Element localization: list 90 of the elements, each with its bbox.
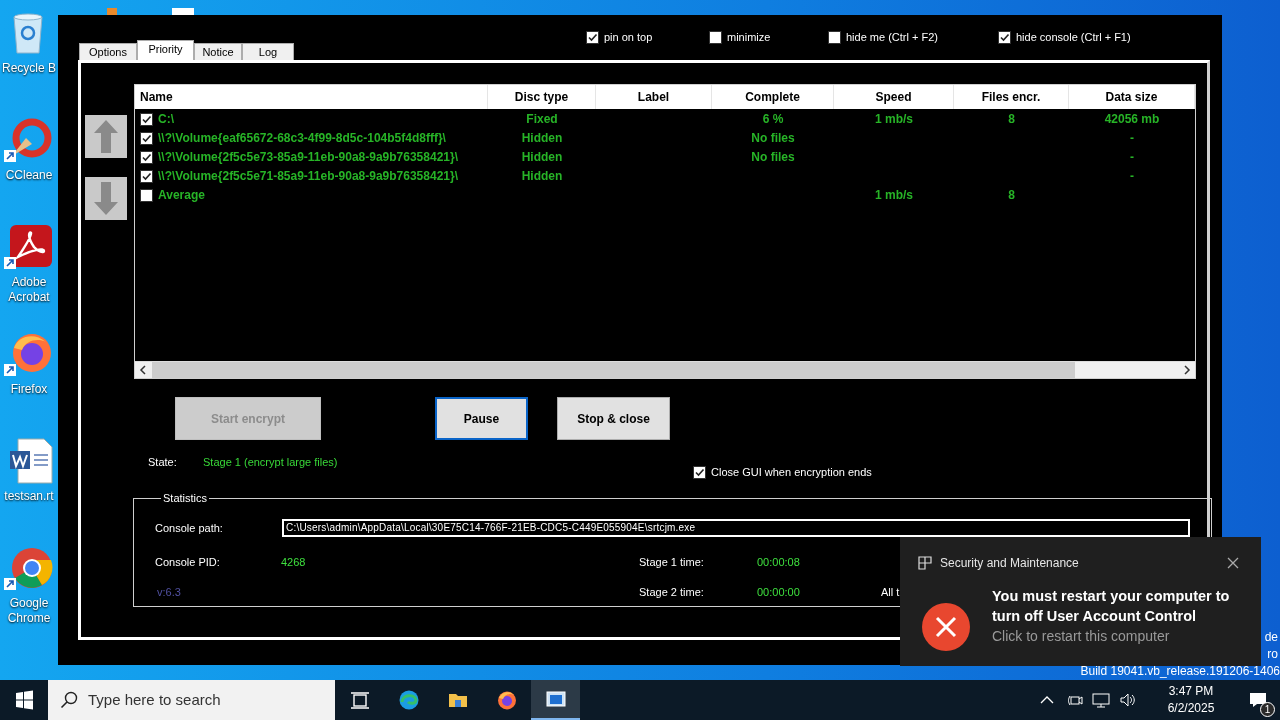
checkbox[interactable] (140, 113, 153, 126)
desktop-text: ro (1267, 646, 1278, 663)
search-placeholder: Type here to search (88, 689, 221, 710)
button[interactable]: Stop & close (557, 397, 670, 440)
clock[interactable]: 3:47 PM 6/2/2025 (1153, 683, 1229, 717)
brush-icon[interactable] (4, 116, 54, 164)
table-cell-text: - (1130, 168, 1134, 185)
table-cell-text: Fixed (526, 111, 558, 128)
tab[interactable]: Notice (194, 43, 242, 60)
browser-icon (398, 690, 419, 710)
column-header[interactable]: Data size (1069, 85, 1195, 109)
field-value: 00:00:00 (757, 585, 801, 600)
column-header[interactable]: Name (135, 85, 488, 109)
desktop-text: de (1264, 629, 1278, 646)
table-cell-text: \\?\Volume{2f5c5e71-85a9-11eb-90a8-9a9b76358421}\ (158, 168, 458, 185)
checkbox-label: minimize (727, 30, 771, 45)
table-cell-text: C:\ (158, 111, 174, 128)
table-cell-text: 42056 mb (1104, 111, 1160, 128)
checkbox[interactable] (140, 189, 153, 202)
table-cell-text: Average (158, 187, 205, 204)
table-cell-text: 8 (1008, 111, 1015, 128)
table-cell-text: Hidden (521, 149, 563, 166)
field-label: Stage 2 time: (639, 585, 705, 600)
notification-body[interactable]: Click to restart this computer (992, 626, 1242, 646)
state-label: State: (148, 455, 178, 470)
table-cell-text: 8 (1008, 187, 1015, 204)
table-cell-text: 1 mb/s (875, 111, 913, 128)
checkbox-label: hide me (Ctrl + F2) (846, 30, 938, 45)
checkbox-label: Close GUI when encryption ends (711, 465, 872, 480)
table-cell-text: \\?\Volume{eaf65672-68c3-4f99-8d5c-104b5f4d8fff}\ (158, 130, 446, 147)
table-cell-text: 6 % (762, 111, 784, 128)
message-icon (1249, 692, 1267, 708)
table-cell-text: 1 mb/s (875, 187, 913, 204)
table-cell-text: Hidden (521, 130, 563, 147)
browser-icon (496, 690, 517, 710)
table-cell-text: - (1130, 149, 1134, 166)
checkbox-label: pin on top (604, 30, 653, 45)
taskbar-app[interactable] (531, 680, 580, 720)
error-icon (922, 603, 970, 651)
checkbox[interactable] (828, 30, 841, 44)
checkbox[interactable] (709, 30, 722, 44)
button[interactable]: Pause (435, 397, 528, 440)
clock-time: 3:47 PM (1168, 683, 1214, 700)
search-icon (60, 691, 78, 709)
version-label: v:6.3 (157, 585, 182, 600)
table-cell-text: Hidden (521, 168, 563, 185)
table-cell-text: \\?\Volume{2f5c5e73-85a9-11eb-90a8-9a9b76358421}\ (158, 149, 458, 166)
notification-source: Security and Maintenance (940, 555, 1079, 572)
tab[interactable]: Log (242, 43, 294, 60)
document-app-icon[interactable] (4, 223, 54, 271)
clock-date: 6/2/2025 (1167, 700, 1215, 717)
desktop-text: Build 19041.vb_release.191206-1406 (1080, 663, 1280, 680)
app-icon (918, 556, 932, 570)
column-header[interactable]: Speed (834, 85, 954, 109)
field-value: 00:00:08 (757, 554, 801, 570)
close-icon[interactable] (1227, 557, 1239, 569)
checkbox[interactable] (140, 151, 153, 164)
window-icon (545, 689, 566, 709)
field-label: Stage 1 time: (639, 554, 705, 570)
console-path-field[interactable]: C:\Users\admin\AppData\Local\30E75C14-766F-21EB-CDC5-C449E055904E\srtcjm.exe (282, 518, 1190, 537)
field-value: 4268 (281, 554, 307, 570)
tab[interactable]: Priority (137, 40, 194, 60)
network-icon[interactable] (1092, 692, 1110, 708)
notification-title: You must restart your computer to turn off User Account Control (992, 587, 1231, 626)
action-center-button[interactable]: 1 (1238, 680, 1278, 720)
chevron-up-icon[interactable] (1040, 695, 1054, 705)
column-header[interactable]: Files encr. (954, 85, 1069, 109)
task-view-icon (349, 690, 370, 710)
table-cell-text: No files (751, 149, 795, 166)
checkbox[interactable] (140, 170, 153, 183)
tab[interactable]: Options (79, 43, 137, 60)
scrollbar-thumb[interactable] (152, 362, 1075, 378)
group-title: Statistics (162, 491, 208, 506)
checkbox-label: hide console (Ctrl + F1) (1016, 30, 1131, 45)
checkbox[interactable] (140, 132, 153, 145)
checkbox[interactable] (586, 30, 599, 44)
column-header[interactable]: Complete (712, 85, 834, 109)
checkbox[interactable] (998, 30, 1011, 44)
column-header[interactable]: Label (596, 85, 712, 109)
field-label: All t (881, 585, 900, 600)
table-cell-text: No files (751, 130, 795, 147)
search-field[interactable]: Type here to search (48, 680, 335, 720)
state-value: Stage 1 (encrypt large files) (203, 455, 338, 470)
volume-icon[interactable] (1119, 692, 1137, 708)
field-label: Console PID: (155, 554, 221, 570)
column-header[interactable]: Disc type (488, 85, 596, 109)
table-cell-text: - (1130, 130, 1134, 147)
notification-badge: 1 (1260, 702, 1275, 717)
horizontal-scrollbar[interactable] (135, 361, 1195, 378)
field-label: Console path: (155, 520, 224, 536)
